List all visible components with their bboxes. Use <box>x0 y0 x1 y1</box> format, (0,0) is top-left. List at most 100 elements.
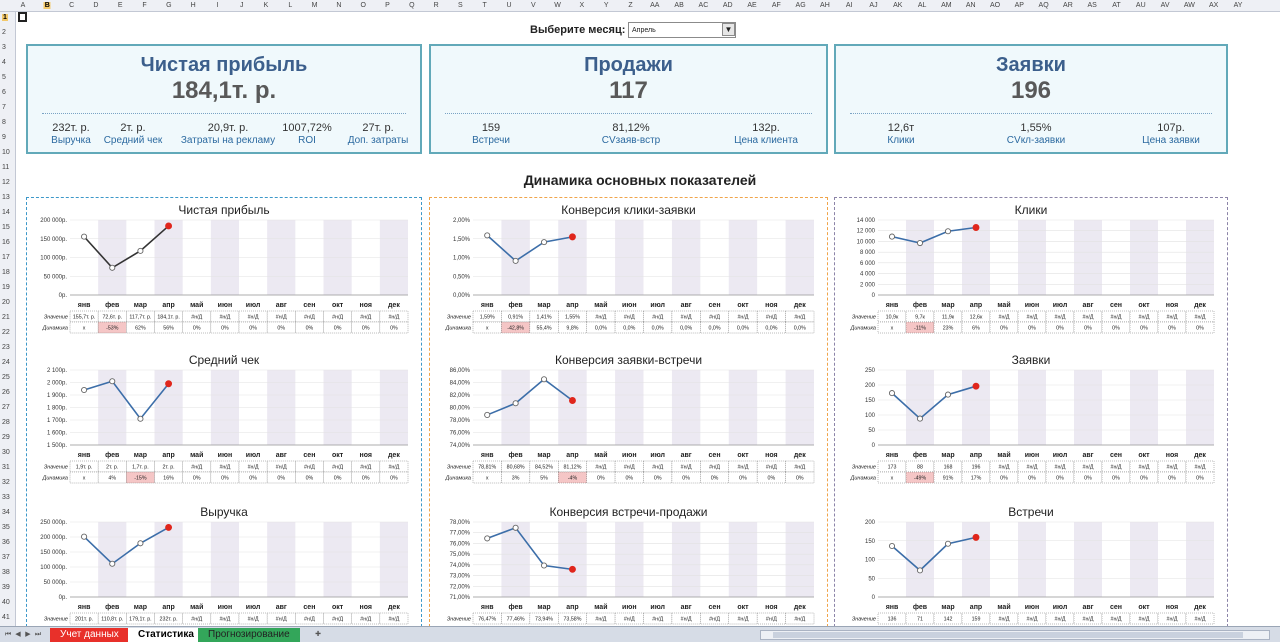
current-month-point <box>972 382 980 390</box>
table-cell-value: 77,46% <box>507 617 525 623</box>
table-cell-value: 71 <box>917 617 923 623</box>
x-tick-label: дек <box>794 452 806 459</box>
table-cell-value: #н/Д <box>999 465 1010 471</box>
table-cell-value: #н/Д <box>276 465 287 471</box>
chart-8: Встречи 200 150 100 50 0 янв фев мар апр май июн июл… <box>852 505 1215 625</box>
table-cell-value: #н/Д <box>1139 315 1150 321</box>
x-tick-label: окт <box>332 302 344 309</box>
table-cell-value: 0% <box>1084 326 1092 332</box>
table-cell-value: #н/Д <box>332 315 343 321</box>
table-row-label: Динамика <box>41 326 68 332</box>
first-sheet-icon[interactable]: ⏮ <box>4 630 12 639</box>
y-tick-label: 1 700р. <box>47 418 67 424</box>
x-tick-label: фев <box>509 604 524 611</box>
x-tick-label: фев <box>105 452 120 459</box>
column-band <box>785 522 814 597</box>
table-cell-value: #н/Д <box>1195 465 1206 471</box>
data-point <box>484 411 491 418</box>
table-cell-value: 88 <box>917 465 923 471</box>
x-tick-label: июн <box>218 452 233 459</box>
y-tick-label: 50 <box>868 428 875 434</box>
table-cell-value: 0% <box>362 326 370 332</box>
y-tick-label: 0 <box>872 443 876 449</box>
table-cell-value: 0% <box>193 326 201 332</box>
data-point <box>484 232 491 239</box>
table-cell-value: #н/Д <box>794 315 805 321</box>
table-cell-value: 0% <box>1000 476 1008 482</box>
tab-forecast[interactable]: Прогнозирование <box>198 628 300 642</box>
x-tick-label: июн <box>1025 302 1040 309</box>
prev-sheet-icon[interactable]: ◀ <box>14 630 22 639</box>
x-tick-label: окт <box>1138 302 1150 309</box>
table-cell-value: 232т. р. <box>160 617 178 623</box>
y-tick-label: 0,50% <box>453 274 471 280</box>
table-cell-value: -15% <box>134 476 147 482</box>
table-cell-value: 184,1т. р. <box>157 315 179 321</box>
table-cell-value: #н/Д <box>191 617 202 623</box>
column-band <box>323 522 352 597</box>
data-point <box>888 542 896 550</box>
table-cell-value: 0% <box>1000 326 1008 332</box>
y-tick-label: 2 000р. <box>47 381 67 387</box>
x-tick-label: сен <box>709 452 721 459</box>
scroll-thumb[interactable] <box>773 632 1243 638</box>
column-band <box>1130 370 1158 445</box>
x-tick-label: авг <box>276 604 287 611</box>
table-cell-value: 0,0% <box>680 326 692 332</box>
chart-7: Заявки 250 200 150 100 50 0 янв фев мар апр май июн и… <box>849 353 1215 484</box>
column-band <box>671 522 701 597</box>
table-cell-value: #н/Д <box>1055 617 1066 623</box>
table-cell-value: 201т. р. <box>75 617 93 623</box>
column-band <box>728 522 758 597</box>
x-tick-label: июл <box>246 452 261 459</box>
table-cell-value: #н/Д <box>191 315 202 321</box>
table-cell-value: #н/Д <box>388 315 399 321</box>
table-cell-value: #н/Д <box>1083 617 1094 623</box>
table-row-label: Динамика <box>444 476 471 482</box>
data-point <box>540 562 548 569</box>
data-point <box>137 247 144 254</box>
x-tick-label: дек <box>1194 302 1206 309</box>
tab-data-entry[interactable]: Учет данных <box>50 628 129 642</box>
table-cell-value: 0% <box>193 476 201 482</box>
table-cell-value: 0,0% <box>623 326 635 332</box>
table-cell-value: #н/Д <box>1083 315 1094 321</box>
x-tick-label: авг <box>276 302 287 309</box>
column-band <box>962 370 990 445</box>
x-tick-label: окт <box>1138 452 1150 459</box>
x-tick-label: май <box>997 301 1010 309</box>
current-month-point <box>972 224 980 231</box>
x-tick-label: сен <box>1110 302 1122 309</box>
table-cell-value: x <box>891 476 894 482</box>
horizontal-scrollbar[interactable] <box>760 630 1270 640</box>
next-sheet-icon[interactable]: ▶ <box>24 630 32 639</box>
column-band <box>1074 220 1102 295</box>
table-row-label: Значение <box>852 465 876 471</box>
table-cell-value: 91% <box>943 476 954 482</box>
table-cell-value: 0% <box>334 326 342 332</box>
x-tick-label: мар <box>134 302 147 309</box>
add-sheet-icon[interactable]: ✚ <box>312 630 324 639</box>
last-sheet-icon[interactable]: ⏭ <box>34 630 42 639</box>
table-cell-value: 0% <box>1196 476 1204 482</box>
x-tick-label: авг <box>1082 302 1093 309</box>
table-cell-value: 0,0% <box>765 326 777 332</box>
y-tick-label: 200 000р. <box>40 218 67 224</box>
table-cell-value: #н/Д <box>1167 617 1178 623</box>
table-cell-value: 1,41% <box>537 315 552 321</box>
y-tick-label: 12 000 <box>857 229 876 235</box>
table-cell-value: #н/Д <box>248 617 259 623</box>
table-cell-value: #н/Д <box>1167 465 1178 471</box>
column-band <box>210 522 239 597</box>
data-point <box>512 257 519 264</box>
y-tick-label: 6 000 <box>860 261 876 267</box>
tab-statistics[interactable]: Статистика <box>128 628 204 642</box>
y-tick-label: 8 000 <box>860 250 876 256</box>
x-tick-label: июл <box>1053 452 1068 459</box>
table-cell-value: #н/Д <box>681 465 692 471</box>
data-point <box>512 524 519 531</box>
table-cell-value: 0% <box>334 476 342 482</box>
table-cell-value: #н/Д <box>709 315 720 321</box>
table-cell-value: -4% <box>568 476 578 482</box>
table-cell-value: #н/Д <box>1111 315 1122 321</box>
